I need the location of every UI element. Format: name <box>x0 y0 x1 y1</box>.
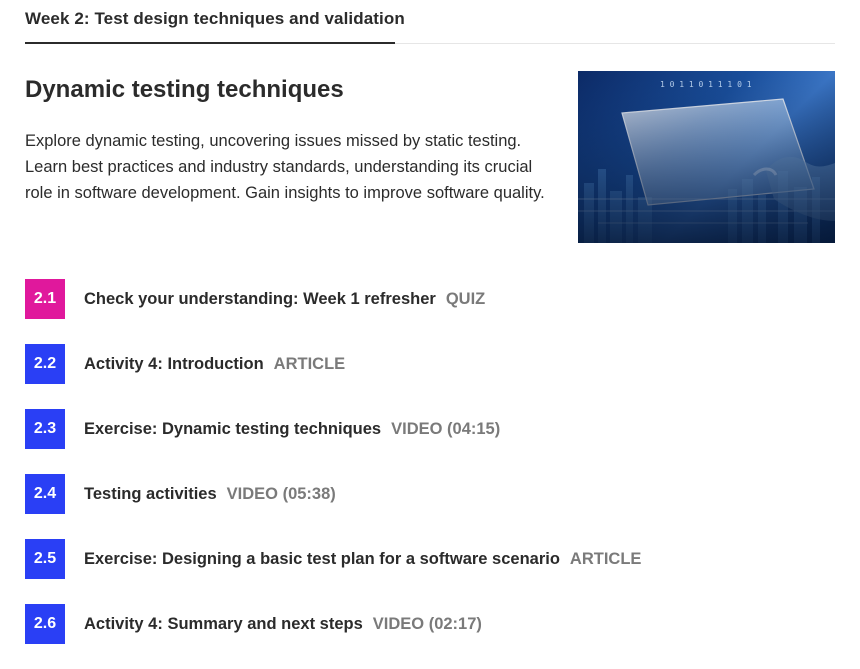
step-type-label: ARTICLE <box>569 549 642 568</box>
step-number-badge: 2.5 <box>25 539 65 579</box>
hero-illustration: 1 0 1 1 0 1 1 1 0 1 <box>578 71 835 243</box>
step-type-label: VIDEO (04:15) <box>391 419 501 438</box>
step-title-link[interactable]: Exercise: Designing a basic test plan fo… <box>84 550 560 569</box>
step-item[interactable]: 2.6 Activity 4: Summary and next steps VID… <box>25 604 835 644</box>
step-item[interactable]: 2.1 Check your understanding: Week 1 refr… <box>25 279 835 319</box>
step-type-label: VIDEO (05:38) <box>226 484 336 503</box>
week-tab[interactable]: Week 2: Test design techniques and valid… <box>25 9 405 29</box>
step-type-label: ARTICLE <box>273 354 346 373</box>
week-tab-active-indicator <box>25 42 395 44</box>
step-item[interactable]: 2.4 Testing activities VIDEO (05:38) <box>25 474 835 514</box>
step-number-badge: 2.4 <box>25 474 65 514</box>
hero-binary-text: 1 0 1 1 0 1 1 1 0 1 <box>660 80 752 89</box>
step-number-badge: 2.3 <box>25 409 65 449</box>
section-title: Dynamic testing techniques <box>25 76 344 103</box>
step-type-label: QUIZ <box>445 289 486 308</box>
step-number-badge: 2.6 <box>25 604 65 644</box>
step-title-link[interactable]: Check your understanding: Week 1 refresh… <box>84 290 436 309</box>
step-title-link[interactable]: Exercise: Dynamic testing techniques <box>84 420 381 439</box>
step-list: 2.1 Check your understanding: Week 1 refr… <box>25 279 835 669</box>
section-description: Explore dynamic testing, uncovering issu… <box>25 132 545 202</box>
hero-image: 1 0 1 1 0 1 1 1 0 1 <box>578 71 835 243</box>
step-type-label: VIDEO (02:17) <box>372 614 482 633</box>
step-number-badge: 2.2 <box>25 344 65 384</box>
step-item[interactable]: 2.5 Exercise: Designing a basic test plan… <box>25 539 835 579</box>
step-item[interactable]: 2.2 Activity 4: Introduction ARTICLE <box>25 344 835 384</box>
step-item[interactable]: 2.3 Exercise: Dynamic testing techniques V… <box>25 409 835 449</box>
step-number-badge: 2.1 <box>25 279 65 319</box>
step-title-link[interactable]: Testing activities <box>84 485 217 504</box>
step-title-link[interactable]: Activity 4: Introduction <box>84 355 264 374</box>
step-title-link[interactable]: Activity 4: Summary and next steps <box>84 615 363 634</box>
